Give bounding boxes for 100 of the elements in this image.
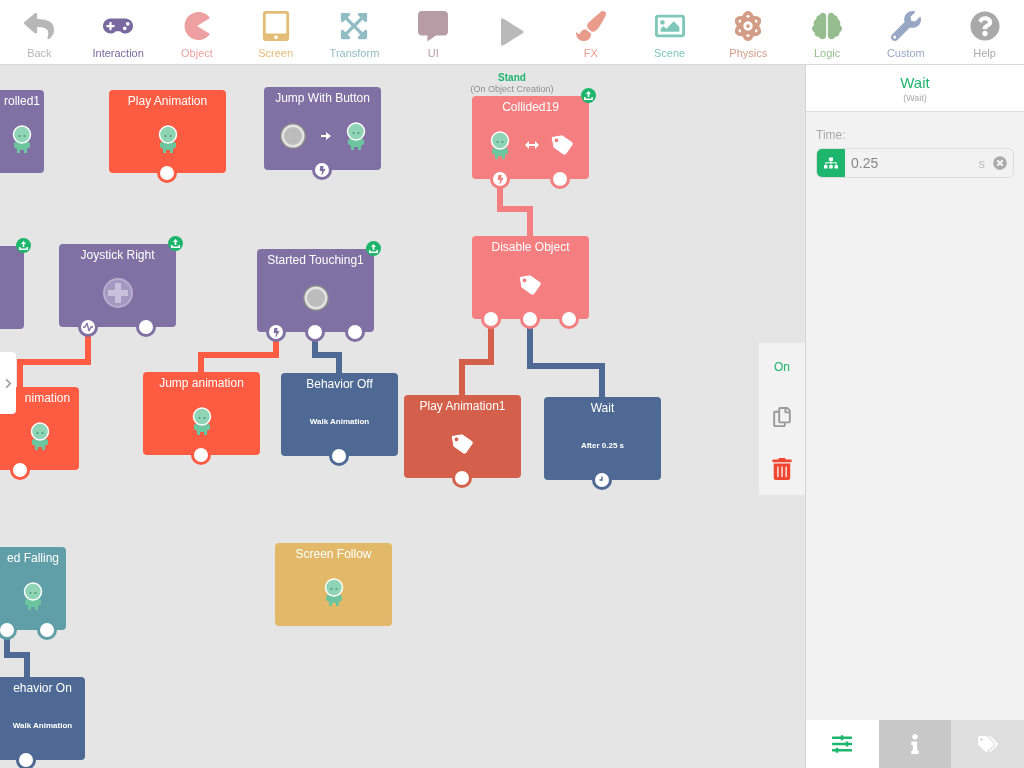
node-title: Disable Object: [490, 240, 571, 254]
node-title: Joystick Right: [79, 248, 156, 262]
toolbar-button[interactable]: Logic: [787, 0, 867, 64]
on-toggle[interactable]: On: [772, 358, 792, 377]
toolbar-button[interactable]: Scene: [630, 0, 709, 64]
toolbar-button[interactable]: Screen: [236, 0, 316, 64]
push-button-icon: [278, 121, 307, 150]
node-port[interactable]: [78, 317, 98, 337]
node-title: Screen Follow: [294, 547, 373, 561]
alien-icon: [11, 124, 33, 153]
node-title: Started Touching1: [266, 253, 365, 267]
state-sublabel: (On Object Creation): [469, 84, 555, 94]
behavior-node[interactable]: Behavior Off Walk Animation: [281, 373, 398, 456]
toolbar-button[interactable]: Transform: [315, 0, 394, 64]
push-button-icon: [301, 283, 330, 312]
toolbar-button[interactable]: Back: [0, 0, 79, 64]
alien-icon: [344, 121, 367, 150]
node-port[interactable]: [0, 620, 17, 640]
delete-button[interactable]: [771, 457, 793, 480]
node-port[interactable]: [16, 750, 36, 768]
toolbar-button[interactable]: Physics: [708, 0, 788, 64]
node-description: Walk Animation: [12, 721, 73, 730]
toolbar-button[interactable]: UI: [393, 0, 473, 64]
toolbar-button[interactable]: Interaction: [78, 0, 158, 64]
inspector-title: Wait: [900, 73, 930, 91]
toolbar-button[interactable]: FX: [551, 0, 631, 64]
node-port[interactable]: [520, 309, 540, 329]
alien-icon: [22, 581, 44, 610]
node-port[interactable]: [481, 309, 501, 329]
behavior-node[interactable]: Screen Follow: [275, 543, 392, 626]
alien-icon: [488, 130, 511, 159]
node-title: Collided19: [501, 100, 560, 114]
node-title: Wait: [589, 401, 616, 415]
node-port[interactable]: [266, 322, 286, 342]
node-title: nimation: [23, 391, 72, 405]
node-title: rolled1: [3, 94, 41, 108]
behavior-node[interactable]: Jump animation: [143, 372, 260, 455]
alien-icon: [190, 406, 213, 435]
node-title: Behavior Off: [305, 377, 374, 391]
field-label: Time:: [816, 128, 847, 142]
node-port[interactable]: [592, 470, 612, 490]
node-port[interactable]: [329, 446, 349, 466]
node-title: Play Animation: [126, 94, 209, 108]
trash-icon: [771, 457, 793, 480]
node-port[interactable]: [305, 322, 325, 342]
behavior-node[interactable]: Collided19: [472, 96, 589, 179]
joystick-icon: [102, 277, 133, 308]
inspector-tab[interactable]: [878, 720, 952, 768]
alien-icon: [156, 124, 179, 153]
inspector-tab[interactable]: [806, 720, 879, 768]
hierarchy-button[interactable]: [817, 149, 845, 177]
node-title: ed Falling: [6, 551, 60, 565]
alien-icon: [322, 577, 345, 606]
alien-icon: [28, 421, 51, 450]
node-port[interactable]: [452, 468, 472, 488]
node-port[interactable]: [345, 322, 365, 342]
node-port[interactable]: [490, 169, 510, 189]
clear-icon[interactable]: [993, 156, 1007, 170]
node-title: ehavior On: [12, 681, 73, 695]
toolbar-button[interactable]: Object: [157, 0, 237, 64]
node-description: Walk Animation: [309, 417, 370, 426]
node-port[interactable]: [559, 309, 579, 329]
behavior-node[interactable]: Joystick Right: [59, 244, 176, 327]
collapse-tab[interactable]: [0, 352, 16, 414]
node-port[interactable]: [157, 163, 177, 183]
tags-icon: [977, 734, 998, 754]
copy-icon: [772, 407, 792, 427]
arrow-icon: [320, 131, 331, 140]
sitemap-icon: [824, 156, 838, 170]
state-label: Stand: [497, 72, 527, 83]
bolt-icon: [317, 165, 327, 175]
behavior-node[interactable]: Play Animation1: [404, 395, 521, 478]
copy-button[interactable]: [772, 407, 792, 427]
behavior-node[interactable]: Play Animation: [109, 90, 226, 173]
behavior-node[interactable]: rolled1: [0, 90, 44, 173]
node-title: Jump animation: [158, 376, 245, 390]
sliders-icon: [832, 734, 853, 754]
node-port[interactable]: [136, 317, 156, 337]
node-port[interactable]: [550, 169, 570, 189]
node-port[interactable]: [191, 445, 211, 465]
behavior-node[interactable]: Disable Object: [472, 236, 589, 319]
time-input[interactable]: 0.25: [845, 155, 979, 171]
node-port[interactable]: [312, 160, 332, 180]
pulse-icon: [83, 323, 93, 331]
behavior-node[interactable]: nimation: [0, 387, 79, 470]
double-arrow-icon: [524, 140, 539, 149]
behavior-node[interactable]: Jump With Button: [264, 87, 381, 170]
toolbar-button[interactable]: Help: [945, 0, 1024, 64]
inspector-subtitle: (Wait): [903, 92, 927, 103]
behavior-node[interactable]: Wait After 0.25 s: [544, 397, 661, 480]
behavior-node[interactable]: Started Touching1: [257, 249, 374, 332]
node-port[interactable]: [37, 620, 57, 640]
behavior-node[interactable]: ed Falling: [0, 547, 66, 630]
bolt-icon: [271, 327, 281, 337]
node-description: After 0.25 s: [580, 441, 625, 450]
behavior-node[interactable]: ehavior On Walk Animation: [0, 677, 85, 760]
node-port[interactable]: [10, 460, 30, 480]
toolbar-button[interactable]: Custom: [866, 0, 946, 64]
node-title: Jump With Button: [274, 91, 371, 105]
bolt-icon: [495, 174, 505, 184]
